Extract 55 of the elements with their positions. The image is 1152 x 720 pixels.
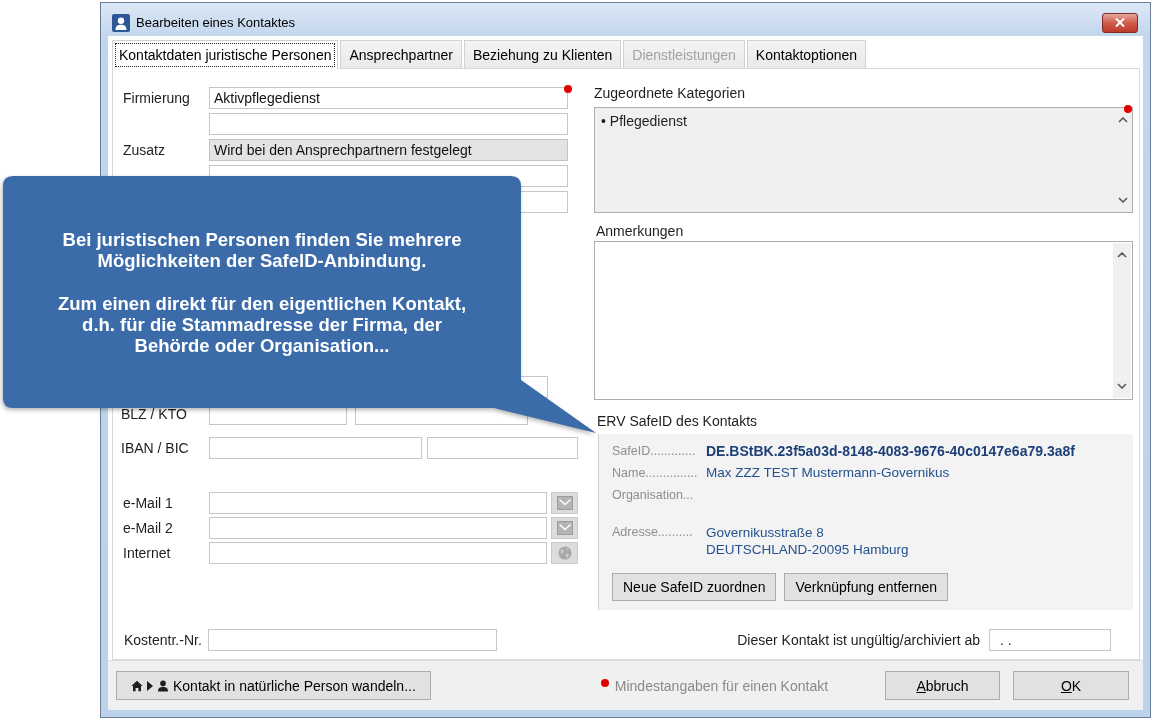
- input-field[interactable]: [209, 517, 547, 539]
- info-label: Name...............: [612, 465, 699, 482]
- person-icon: [112, 13, 130, 32]
- info-value: Max ZZZ TEST Mustermann-Governikus: [706, 464, 950, 482]
- input-field[interactable]: [209, 492, 547, 514]
- legend-text: Mindestangaben für einen Kontakt: [614, 677, 829, 694]
- section-label: Anmerkungen: [596, 223, 684, 239]
- tab[interactable]: Beziehung zu Klienten: [464, 40, 622, 68]
- person-icon: [157, 679, 169, 692]
- input-field[interactable]: [209, 113, 568, 135]
- field-label: Zusatz: [123, 142, 165, 158]
- triangle-right-icon: [147, 680, 153, 691]
- input-field[interactable]: [427, 437, 578, 459]
- required-marker-icon: [600, 678, 609, 687]
- input-field[interactable]: Aktivpflegedienst: [209, 87, 568, 109]
- tab[interactable]: Kontaktdaten juristische Personen: [112, 40, 339, 69]
- info-label: SafeID.............: [612, 443, 697, 460]
- chevron-up-icon[interactable]: [1117, 252, 1127, 258]
- convert-button[interactable]: Kontakt in natürliche Person wandeln...: [116, 671, 431, 700]
- field-label: Internet: [123, 545, 171, 561]
- info-label: Adresse..........: [612, 524, 694, 541]
- envelope-icon: [556, 521, 573, 535]
- chevron-down-icon[interactable]: [1117, 383, 1127, 389]
- close-icon: [1115, 18, 1125, 27]
- dialog-button[interactable]: OK: [1013, 671, 1129, 700]
- field-label: e-Mail 1: [123, 495, 173, 511]
- info-value: DE.BStBK.23f5a03d-8148-4083-9676-40c0147e6a79.3a8f: [706, 442, 1075, 461]
- info-value: DEUTSCHLAND-20095 Hamburg: [706, 541, 909, 558]
- callout-text: Zum einen direkt für den eigentlichen Kontakt, d.h. für die Stammadresse der Firma, der Behörde oder Organisation...: [56, 292, 468, 356]
- section-label: ERV SafeID des Kontakts: [597, 413, 758, 429]
- envelope-icon: [556, 496, 573, 510]
- info-label: Organisation...: [612, 487, 695, 504]
- notes-field[interactable]: [594, 241, 1133, 400]
- field-label: Kostentr.-Nr.: [123, 632, 203, 648]
- input-field[interactable]: [208, 629, 497, 651]
- input-field[interactable]: [209, 542, 547, 564]
- field-label: Dieser Kontakt ist ungültig/archiviert ab: [737, 632, 980, 648]
- home-icon: [131, 679, 143, 692]
- info-value: Governikusstraße 8: [706, 524, 825, 541]
- callout-text: Bei juristischen Personen finden Sie mehrere Möglichkeiten der SafeID-Anbindung.: [61, 228, 463, 271]
- dialog-button[interactable]: Abbruch: [885, 671, 1000, 700]
- field-label: e-Mail 2: [123, 520, 173, 536]
- tab[interactable]: Ansprechpartner: [340, 40, 462, 68]
- field-label: Firmierung: [123, 90, 190, 106]
- safeid-button[interactable]: Verknüpfung entfernen: [784, 573, 949, 601]
- close-button[interactable]: [1102, 12, 1138, 33]
- field-label: BLZ / KTO: [121, 406, 187, 422]
- safeid-button[interactable]: Neue SafeID zuordnen: [612, 573, 777, 601]
- tab[interactable]: Kontaktoptionen: [746, 40, 867, 68]
- section-label: Zugeordnete Kategorien: [594, 85, 745, 101]
- window-title: Bearbeiten eines Kontaktes: [136, 15, 295, 30]
- date-field[interactable]: . .: [989, 629, 1111, 651]
- input-field[interactable]: [209, 437, 422, 459]
- globe-icon: [556, 546, 573, 560]
- field-label: IBAN / BIC: [121, 440, 189, 456]
